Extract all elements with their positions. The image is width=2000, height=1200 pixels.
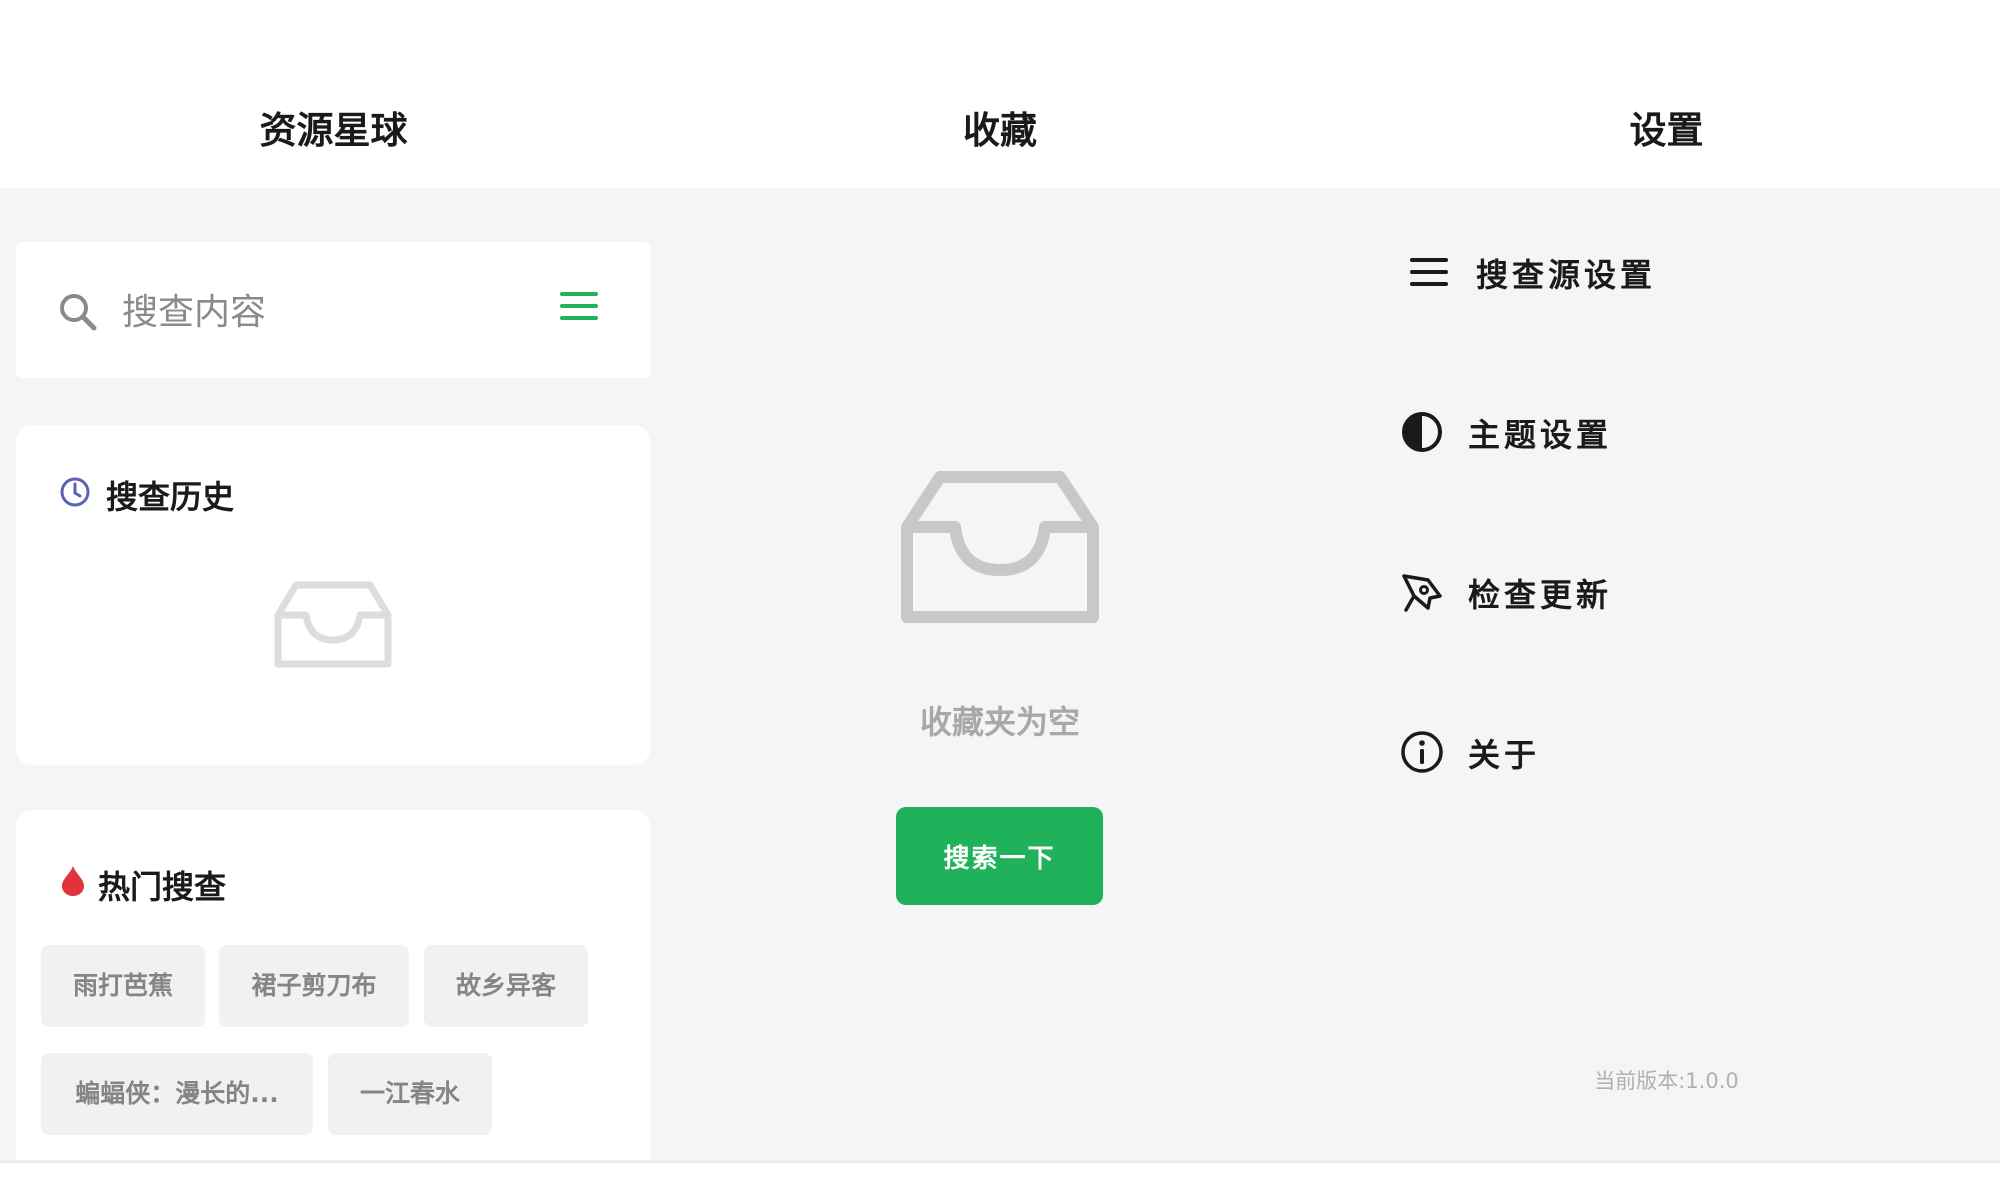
setting-item-about[interactable]: 关于 — [1368, 720, 1668, 780]
bottom-strip — [0, 1163, 2000, 1200]
history-title: 搜查历史 — [106, 478, 235, 516]
empty-inbox-icon — [274, 581, 392, 668]
resources-panel: 资源星球 搜查历史 热门搜查 雨打芭蕉 裙子剪刀布 故乡异客 — [0, 0, 667, 1163]
setting-label: 搜查源设置 — [1476, 256, 1657, 294]
hot-tag[interactable]: 雨打芭蕉 — [41, 945, 205, 1027]
resources-header: 资源星球 — [0, 0, 667, 188]
setting-item-check-update[interactable]: 检查更新 — [1368, 560, 1668, 620]
search-history-card: 搜查历史 — [16, 425, 650, 765]
hot-search-card: 热门搜查 雨打芭蕉 裙子剪刀布 故乡异客 蝙蝠侠：漫长的... 一江春水 — [16, 810, 650, 1163]
clock-icon — [60, 477, 90, 507]
setting-label: 检查更新 — [1468, 576, 1613, 614]
search-icon[interactable] — [58, 292, 98, 332]
version-text: 当前版本:1.0.0 — [1594, 1069, 1739, 1093]
page-title: 设置 — [1629, 109, 1704, 152]
hot-tag[interactable]: 裙子剪刀布 — [219, 945, 409, 1027]
contrast-icon — [1402, 412, 1442, 452]
info-icon — [1401, 731, 1443, 773]
page-title: 资源星球 — [259, 109, 408, 152]
fire-icon — [62, 866, 84, 896]
settings-header: 设置 — [1333, 0, 2000, 188]
hot-title: 热门搜查 — [98, 868, 227, 906]
settings-panel: 设置 搜查源设置 主题设置 检查更新 关于 当前版本:1.0.0 — [1333, 0, 2000, 1163]
setting-label: 关于 — [1468, 736, 1541, 774]
setting-label: 主题设置 — [1468, 416, 1613, 454]
search-input[interactable] — [120, 288, 524, 336]
rocket-icon — [1402, 574, 1442, 612]
empty-favorites-text: 收藏夹为空 — [919, 703, 1080, 741]
empty-inbox-icon — [901, 471, 1099, 623]
hot-tag[interactable]: 一江春水 — [328, 1053, 492, 1135]
search-now-button[interactable]: 搜索一下 — [896, 807, 1103, 905]
setting-item-search-source[interactable]: 搜查源设置 — [1368, 240, 1668, 300]
favorites-panel: 收藏 收藏夹为空 搜索一下 — [667, 0, 1333, 1163]
hot-tag[interactable]: 蝙蝠侠：漫长的... — [41, 1053, 313, 1135]
favorites-header: 收藏 — [667, 0, 1333, 188]
search-bar — [16, 242, 650, 378]
hot-tag[interactable]: 故乡异客 — [424, 945, 588, 1027]
page-title: 收藏 — [963, 109, 1037, 152]
menu-icon — [1410, 258, 1448, 286]
menu-icon[interactable] — [560, 290, 598, 322]
setting-item-theme[interactable]: 主题设置 — [1368, 400, 1668, 460]
